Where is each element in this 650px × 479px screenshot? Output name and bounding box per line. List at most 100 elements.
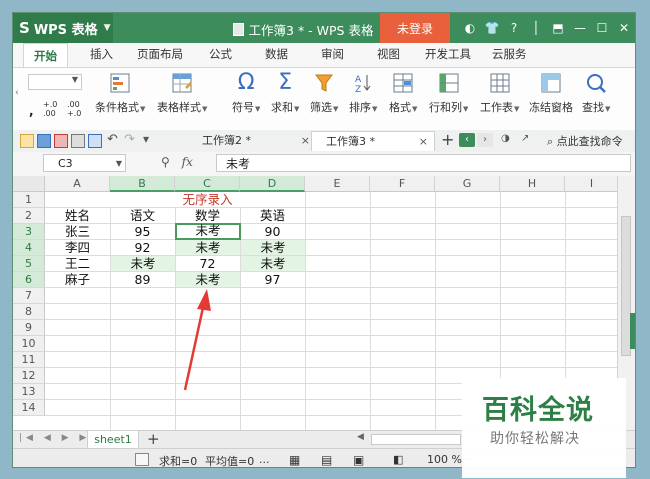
new-tab-icon[interactable]: + [441, 130, 454, 149]
pdf-export-icon[interactable] [54, 134, 68, 148]
conditional-format-button[interactable]: 条件格式▼ [95, 72, 145, 115]
fx-icon[interactable]: fx [182, 155, 193, 169]
maximize-icon[interactable]: ☐ [591, 21, 613, 35]
table-cell[interactable]: 张三 [45, 224, 110, 239]
normal-view-icon[interactable]: ▦ [289, 453, 300, 467]
hscroll-left-icon[interactable]: ◀ [357, 432, 364, 442]
row-header-9[interactable]: 9 [13, 320, 45, 336]
table-cell-highlighted[interactable]: 未考 [111, 256, 175, 271]
tab-insert[interactable]: 插入 [90, 46, 113, 62]
tab-cloud[interactable]: 云服务 [492, 46, 527, 62]
filter-button[interactable]: 筛选▼ [310, 72, 338, 115]
login-button[interactable]: 未登录 [380, 13, 450, 43]
font-size-dropdown[interactable]: ▼ [28, 74, 82, 90]
redo-icon[interactable]: ↷ [124, 132, 135, 147]
doc-tab-workbook2[interactable]: 工作簿2 * × [188, 131, 316, 151]
print-icon[interactable] [71, 134, 85, 148]
tab-scroll-right-icon[interactable]: › [477, 133, 493, 147]
table-cell-highlighted[interactable]: 未考 [241, 256, 305, 271]
command-search[interactable]: ⌕ 点此查找命令 [547, 133, 623, 149]
table-cell-highlighted[interactable]: 未考 [176, 240, 240, 255]
close-icon[interactable]: × [419, 132, 428, 152]
sort-button[interactable]: AZ 排序▼ [349, 72, 377, 115]
header-cell-chinese[interactable]: 语文 [110, 208, 175, 223]
sheet-tab-sheet1[interactable]: sheet1 [87, 431, 139, 449]
macro-icon[interactable] [135, 453, 149, 466]
row-header-2[interactable]: 2 [13, 208, 45, 224]
backup-icon[interactable]: ◑ [501, 133, 510, 144]
minimize-icon[interactable]: — [569, 21, 591, 35]
increase-decimal-button[interactable]: +.0 .00 [43, 100, 63, 118]
table-cell-highlighted[interactable]: 未考 [241, 240, 305, 255]
zoom-level[interactable]: 100 % [427, 453, 462, 466]
column-header-b[interactable]: B [110, 176, 175, 192]
save-icon[interactable] [37, 134, 51, 148]
table-cell[interactable]: 90 [240, 224, 305, 239]
worksheet-button[interactable]: 工作表▼ [480, 72, 519, 115]
column-header-g[interactable]: G [435, 176, 500, 192]
ribbon-scroll-left-icon[interactable]: ‹ [15, 88, 19, 98]
shirt-icon[interactable]: 👕 [481, 21, 503, 35]
column-header-e[interactable]: E [305, 176, 370, 192]
table-cell[interactable]: 95 [110, 224, 175, 239]
restore-up-icon[interactable]: ⬒ [547, 21, 569, 35]
skin-icon[interactable]: ◐ [459, 21, 481, 35]
row-header-4[interactable]: 4 [13, 240, 45, 256]
row-col-button[interactable]: 行和列▼ [429, 72, 468, 115]
row-header-11[interactable]: 11 [13, 352, 45, 368]
side-panel-toggle[interactable] [630, 313, 635, 349]
row-header-3[interactable]: 3 [13, 224, 45, 240]
column-header-i[interactable]: I [565, 176, 619, 192]
formula-input[interactable]: 未考 [216, 154, 631, 172]
format-button[interactable]: 格式▼ [389, 72, 417, 115]
tab-page-layout[interactable]: 页面布局 [137, 46, 183, 62]
reading-mode-icon[interactable]: ◧ [393, 453, 403, 466]
row-header-6[interactable]: 6 [13, 272, 45, 288]
status-more[interactable]: ... [259, 453, 270, 466]
tab-home[interactable]: 开始 [23, 43, 68, 67]
header-cell-math[interactable]: 数学 [175, 208, 240, 223]
name-box[interactable]: C3 ▼ [43, 154, 126, 172]
close-icon[interactable]: × [301, 131, 310, 151]
table-cell-highlighted[interactable]: 未考 [176, 272, 240, 287]
tab-formulas[interactable]: 公式 [209, 46, 232, 62]
row-header-8[interactable]: 8 [13, 304, 45, 320]
print-preview-icon[interactable] [88, 134, 102, 148]
tab-scroll-left-icon[interactable]: ‹ [459, 133, 475, 147]
tab-data[interactable]: 数据 [265, 46, 288, 62]
row-header-10[interactable]: 10 [13, 336, 45, 352]
header-cell-english[interactable]: 英语 [240, 208, 305, 223]
sum-button[interactable]: Σ 求和▼ [271, 72, 299, 115]
table-cell[interactable]: 97 [240, 272, 305, 287]
row-header-13[interactable]: 13 [13, 384, 45, 400]
row-header-1[interactable]: 1 [13, 192, 45, 208]
table-cell[interactable]: 72 [175, 256, 240, 271]
table-cell[interactable]: 王二 [45, 256, 110, 271]
doc-tab-workbook3[interactable]: 工作簿3 * × [311, 131, 435, 151]
select-all-corner[interactable] [13, 176, 45, 192]
tab-review[interactable]: 审阅 [321, 46, 344, 62]
column-header-a[interactable]: A [45, 176, 110, 192]
page-layout-icon[interactable]: ▤ [321, 453, 332, 467]
app-menu-button[interactable]: S WPS 表格 ▼ [13, 13, 113, 43]
help-icon[interactable]: ? [503, 21, 525, 35]
active-cell-c3[interactable]: 未考 [175, 223, 241, 240]
add-sheet-icon[interactable]: + [147, 430, 160, 448]
table-title-cell[interactable]: 无序录入 [110, 192, 305, 207]
table-cell[interactable]: 89 [110, 272, 175, 287]
column-header-f[interactable]: F [370, 176, 435, 192]
symbol-button[interactable]: Ω 符号▼ [232, 72, 260, 115]
table-cell[interactable]: 92 [110, 240, 175, 255]
close-icon[interactable]: ✕ [613, 21, 635, 35]
sheet-nav-arrows-icon[interactable]: |◀ ◀ ▶ ▶| [19, 433, 97, 443]
row-header-14[interactable]: 14 [13, 400, 45, 416]
horizontal-scrollbar[interactable] [371, 434, 461, 445]
column-header-c[interactable]: C [175, 176, 240, 192]
table-style-button[interactable]: 表格样式▼ [157, 72, 207, 115]
row-header-7[interactable]: 7 [13, 288, 45, 304]
tab-developer[interactable]: 开发工具 [425, 46, 471, 62]
share-icon[interactable]: ↗ [521, 133, 529, 144]
undo-icon[interactable]: ↶ [107, 132, 118, 147]
column-header-h[interactable]: H [500, 176, 565, 192]
table-cell[interactable]: 麻子 [45, 272, 110, 287]
